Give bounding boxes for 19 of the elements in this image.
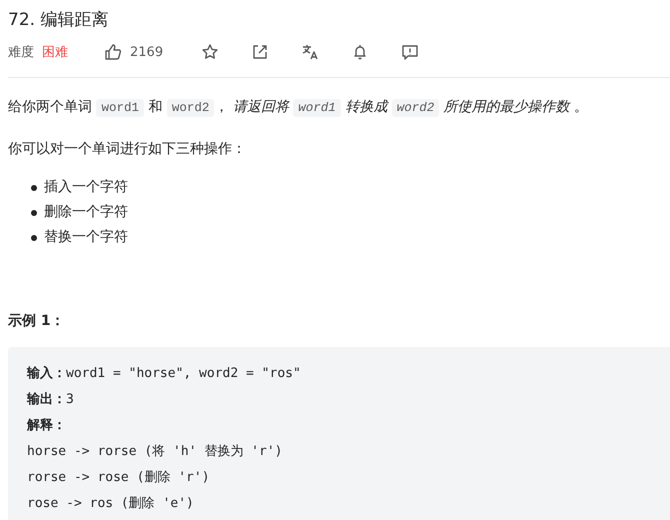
like-count: 2169 [130, 44, 164, 60]
problem-description: 给你两个单词 word1 和 word2 ， 请返回将 word1 转换成 word2 所使用的最少操作数 。 [8, 98, 588, 119]
operations-intro: 你可以对一个单词进行如下三种操作： [8, 140, 246, 159]
operation-item: 插入一个字符 [44, 178, 128, 197]
problem-title: 72. 编辑距离 [8, 9, 108, 31]
difficulty-value: 困难 [42, 44, 68, 61]
difficulty-label: 难度 [8, 44, 34, 61]
bullet-icon [31, 210, 37, 216]
example-code-block: 输入：word1 = "horse", word2 = "ros" 输出：3 解释： horse -> rorse (将 'h' 替换为 'r') rorse -> rose (删除 'r') rose -> ros (删除 'e') [8, 347, 670, 520]
translate-icon[interactable] [301, 43, 320, 61]
operation-item: 替换一个字符 [44, 228, 128, 247]
thumbs-up-icon[interactable] [104, 43, 122, 61]
bullet-icon [31, 234, 37, 240]
feedback-icon[interactable] [401, 43, 420, 61]
example-title: 示例 1： [8, 312, 65, 330]
operation-item: 删除一个字符 [44, 203, 128, 222]
star-icon[interactable] [201, 43, 220, 61]
share-icon[interactable] [251, 43, 270, 61]
bullet-icon [31, 184, 37, 190]
